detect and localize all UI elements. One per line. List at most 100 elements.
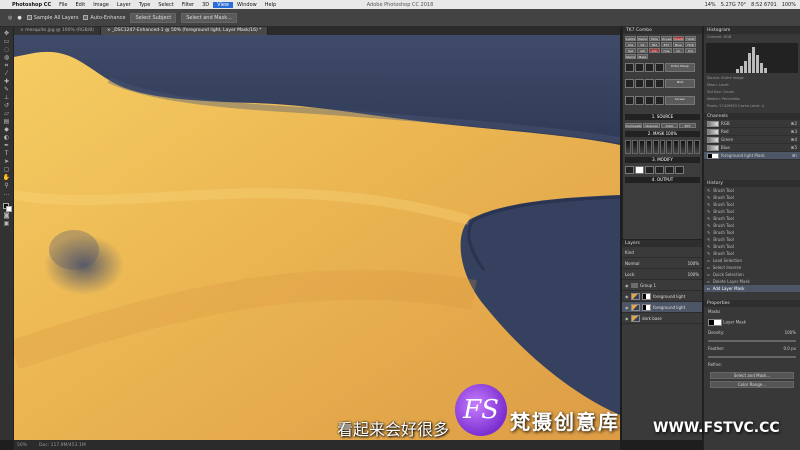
layers-filter[interactable]: Kind (622, 247, 702, 258)
history-item[interactable]: ✎ Brush Tool (704, 201, 800, 208)
history-item-current[interactable]: ▫ Add Layer Mask (704, 285, 800, 292)
tk-screen-label[interactable]: Screen (665, 95, 695, 105)
tk-tool-icon[interactable] (625, 79, 634, 89)
color-swatches[interactable] (2, 203, 12, 212)
history-item[interactable]: ✎ Brush Tool (704, 215, 800, 222)
history-item[interactable]: ✎ Brush Tool (704, 243, 800, 250)
eyedropper-tool-icon[interactable]: ⁄ (3, 71, 11, 77)
tk-button[interactable]: Blue (673, 42, 684, 47)
dodge-tool-icon[interactable]: ◐ (3, 135, 11, 141)
mask-thumbnail[interactable] (642, 303, 651, 311)
tk-tool-icon[interactable] (645, 79, 654, 89)
channel-row[interactable]: Green ⌘4 (704, 136, 800, 144)
history-item[interactable]: ✎ Brush Tool (704, 250, 800, 257)
select-subject-button[interactable]: Select Subject (130, 12, 177, 23)
opacity-value[interactable]: 100% (688, 261, 699, 266)
brush-size-icon[interactable]: ● (17, 15, 21, 21)
tk-source-tab[interactable]: Color (661, 123, 678, 128)
menu-help[interactable]: Help (261, 2, 280, 8)
tk-button[interactable]: Hghlt (685, 36, 696, 41)
menu-select[interactable]: Select (154, 2, 177, 8)
tk-button[interactable]: Chn (649, 48, 660, 53)
tk-tool-icon[interactable] (635, 79, 644, 89)
history-item[interactable]: ▫ Load Selection (704, 257, 800, 264)
sample-all-layers-option[interactable]: Sample All Layers (26, 14, 78, 21)
tk-button[interactable]: AM (637, 48, 648, 53)
type-tool-icon[interactable]: T (3, 151, 11, 157)
tk-modify-icon[interactable] (625, 166, 634, 174)
screen-mode-icon[interactable]: ▣ (3, 221, 11, 227)
history-item[interactable]: ▫ Select Inverse (704, 264, 800, 271)
tk-button[interactable]: Mid (649, 42, 660, 47)
tk-tool-icon[interactable] (635, 95, 644, 105)
tk-button[interactable]: Mids (649, 36, 660, 41)
tk-tool-icon[interactable] (655, 95, 664, 105)
tk-button[interactable]: Clr (673, 48, 684, 53)
history-item[interactable]: ✎ Brush Tool (704, 222, 800, 229)
tk-button[interactable]: Shadow (673, 36, 684, 41)
density-value[interactable]: 100% (785, 330, 796, 336)
feather-value[interactable]: 0.0 px (783, 346, 796, 352)
brush-tool-icon[interactable]: ✎ (3, 87, 11, 93)
history-item[interactable]: ✎ Brush Tool (704, 229, 800, 236)
quick-mask-icon[interactable]: ◙ (3, 213, 11, 219)
crop-tool-icon[interactable]: ⌗ (3, 63, 11, 69)
shape-tool-icon[interactable]: ▢ (3, 167, 11, 173)
select-and-mask-button[interactable]: Select and Mask... (710, 372, 794, 379)
menu-view[interactable]: View (213, 1, 234, 8)
menu-image[interactable]: Image (89, 2, 113, 8)
tk-modify-icon[interactable] (645, 166, 654, 174)
eraser-tool-icon[interactable]: ▱ (3, 111, 11, 117)
tab-mesquite[interactable]: × mesquite.jpg @ 100% (RGB/8) (14, 27, 101, 35)
tab-dsc1247[interactable]: × _DSC1247-Enhanced-1 @ 50% (foreground … (100, 27, 269, 35)
menu-window[interactable]: Window (233, 2, 261, 8)
channel-row[interactable]: RGB ⌘2 (704, 120, 800, 128)
blur-tool-icon[interactable]: ◆ (3, 127, 11, 133)
channel-row-mask[interactable]: foreground light Mask ⌘\ (704, 152, 800, 160)
history-item[interactable]: ✎ Brush Tool (704, 194, 800, 201)
layer-row[interactable]: ◉ dark base (622, 313, 702, 324)
histogram-source-select[interactable]: Entire Image (721, 76, 743, 80)
tk-button[interactable]: Lights (625, 36, 636, 41)
tk-button[interactable]: Zones (661, 36, 672, 41)
history-item[interactable]: ✎ Brush Tool (704, 187, 800, 194)
history-item[interactable]: ▫ Delete Layer Mask (704, 278, 800, 285)
tk-tool-icon[interactable] (625, 95, 634, 105)
visibility-eye-icon[interactable]: ◉ (625, 305, 629, 310)
menu-app[interactable]: Photoshop CC (8, 2, 55, 8)
tk-modify-icon[interactable] (675, 166, 684, 174)
tk-luminosity-sliders[interactable] (623, 138, 702, 156)
healing-tool-icon[interactable]: ✚ (3, 79, 11, 85)
tk-modify-icon[interactable] (665, 166, 674, 174)
move-tool-icon[interactable]: ✥ (3, 31, 11, 37)
tk-tool-icon[interactable] (645, 63, 654, 72)
tk-source-tab[interactable]: Composite (625, 123, 642, 128)
channel-row[interactable]: Blue ⌘5 (704, 144, 800, 152)
quick-select-tool-icon[interactable]: ◍ (3, 55, 11, 61)
tk-source-tab[interactable]: Channel (643, 123, 660, 128)
pen-tool-icon[interactable]: ✒ (3, 143, 11, 149)
channel-row[interactable]: Red ⌘3 (704, 128, 800, 136)
tk-button[interactable]: Stamp (625, 54, 636, 59)
menu-3d[interactable]: 3D (198, 2, 213, 8)
quick-select-tool-icon[interactable]: ◎ (8, 15, 12, 21)
tk-button[interactable]: Darks (637, 36, 648, 41)
tk-button[interactable]: Pnt (685, 48, 696, 53)
history-item[interactable]: ▫ Quick Selection (704, 271, 800, 278)
tk-extra-sharp-button[interactable]: Extra Sharp (665, 63, 695, 72)
tk-button[interactable]: Lite (625, 42, 636, 47)
zoom-level[interactable]: 50% (17, 443, 27, 448)
filter-kind[interactable]: Kind (625, 250, 634, 255)
more-tools-icon[interactable]: … (3, 191, 11, 197)
tk-button[interactable]: Mask (637, 54, 648, 59)
history-brush-icon[interactable]: ↺ (3, 103, 11, 109)
density-slider[interactable] (708, 340, 796, 342)
tk-modify-icon[interactable] (635, 166, 644, 174)
menu-file[interactable]: File (55, 2, 71, 8)
blend-mode-select[interactable]: Normal (625, 261, 639, 266)
tk-modify-icon[interactable] (655, 166, 664, 174)
visibility-eye-icon[interactable]: ◉ (625, 316, 629, 321)
menu-layer[interactable]: Layer (113, 2, 135, 8)
tk-button[interactable]: Hue (661, 48, 672, 53)
tk-tool-icon[interactable] (635, 63, 644, 72)
